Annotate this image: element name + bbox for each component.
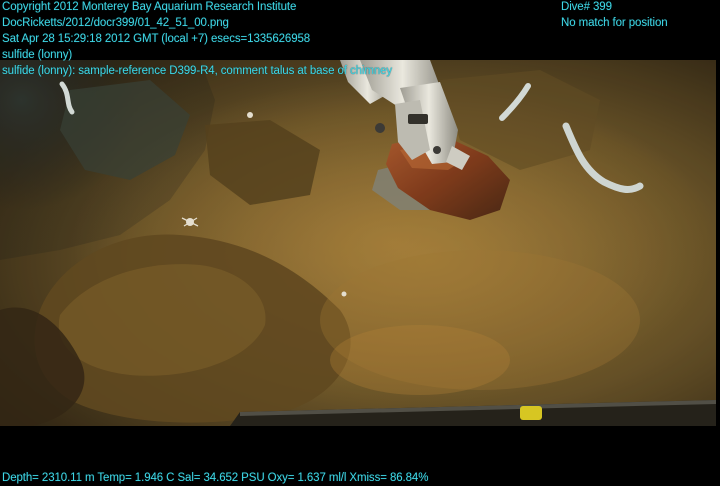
image-file-path: DocRicketts/2012/docr399/01_42_51_00.png	[2, 17, 229, 29]
position-status: No match for position	[561, 17, 668, 29]
timestamp-text: Sat Apr 28 15:29:18 2012 GMT (local +7) …	[2, 33, 311, 45]
dive-number: Dive# 399	[561, 1, 612, 13]
telemetry-readout: Depth= 2310.11 m Temp= 1.946 C Sal= 34.6…	[2, 472, 429, 484]
video-frame: Copyright 2012 Monterey Bay Aquarium Res…	[0, 0, 720, 486]
annotation-line-1: sulfide (lonny)	[2, 49, 73, 61]
copyright-text: Copyright 2012 Monterey Bay Aquarium Res…	[2, 1, 297, 13]
seafloor-scene-illustration	[0, 60, 716, 426]
annotation-line-2: sulfide (lonny): sample-reference D399-R…	[2, 65, 393, 77]
seafloor-video-still	[0, 60, 716, 426]
